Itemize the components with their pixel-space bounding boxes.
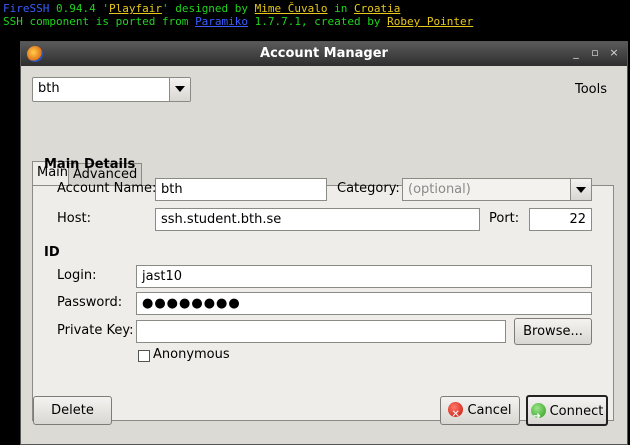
cancel-button[interactable]: Cancel [440,396,520,428]
cancel-label: Cancel [467,403,512,418]
anonymous-label[interactable]: Anonymous [153,347,230,362]
account-select-value: bth [38,81,60,96]
private-key-input[interactable] [136,320,506,343]
close-button[interactable]: × [607,46,621,59]
country-link[interactable]: Croatia [354,2,400,15]
account-select[interactable]: bth [32,77,191,102]
host-input[interactable]: ssh.student.bth.se [155,208,480,231]
connect-label: Connect [549,404,604,419]
window-title: Account Manager [260,46,388,61]
author-link[interactable]: Mime Čuvalo [255,2,328,15]
title-bar[interactable]: Account Manager _ ▫ × [21,42,627,66]
paramiko-link[interactable]: Paramiko [195,15,248,28]
cancel-icon [448,401,464,428]
maximize-button[interactable]: ▫ [588,46,602,59]
password-input[interactable]: ●●●●●●●● [136,292,592,315]
port-input[interactable]: 22 [529,208,592,231]
private-key-label: Private Key: [57,323,134,338]
port-label: Port: [489,211,520,226]
terminal-line-2: SSH component is ported from Paramiko 1.… [3,15,474,28]
account-name-input[interactable]: bth [155,178,327,201]
delete-button[interactable]: Delete [33,396,112,425]
chevron-down-icon [169,78,190,101]
connect-button[interactable]: Connect [526,395,608,431]
connect-icon [530,402,546,431]
account-manager-window: Account Manager _ ▫ × bth Tools Main Adv… [20,41,628,445]
account-name-label: Account Name: [57,181,157,196]
login-input[interactable]: jast10 [136,265,592,288]
tools-menu[interactable]: Tools [575,82,607,97]
category-select[interactable]: (optional) [402,178,592,201]
host-label: Host: [57,211,91,226]
robey-link[interactable]: Robey Pointer [387,15,473,28]
login-label: Login: [57,268,97,283]
codename-link[interactable]: Playfair [109,2,162,15]
main-details-heading: Main Details [44,157,136,172]
anonymous-checkbox[interactable] [138,350,150,362]
chevron-down-icon [570,179,591,200]
category-placeholder: (optional) [408,182,471,197]
browse-button[interactable]: Browse... [514,318,592,345]
id-heading: ID [44,245,60,260]
terminal-line-1: FireSSH 0.94.4 'Playfair' designed by Mi… [3,2,401,15]
minimize-button[interactable]: _ [569,46,583,59]
password-label: Password: [57,295,123,310]
category-label: Category: [337,181,400,196]
